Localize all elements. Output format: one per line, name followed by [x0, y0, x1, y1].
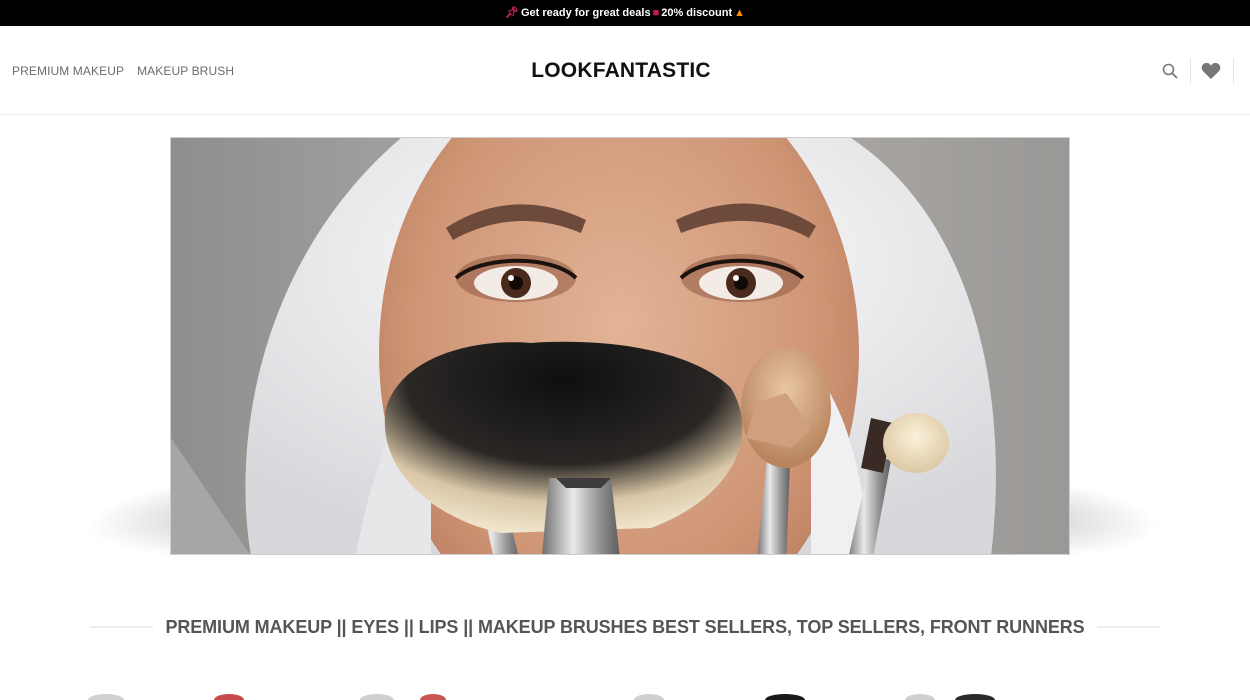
fire-icon: ▲: [734, 6, 746, 19]
wishlist-button[interactable]: [1191, 56, 1231, 86]
heading-line-left: [90, 626, 154, 628]
product-thumb-peek: [905, 694, 935, 700]
main-nav: PREMIUM MAKEUP MAKEUP BRUSH: [12, 26, 234, 115]
pin-icon: 📌︎: [504, 6, 519, 19]
product-thumb-peek: [360, 694, 394, 700]
product-thumb-peek: [955, 694, 995, 700]
product-thumb-peek: [765, 694, 805, 700]
product-thumb-peek: [420, 694, 446, 700]
nav-link-makeup-brush[interactable]: MAKEUP BRUSH: [137, 64, 234, 78]
shopping-bag-icon: ■: [652, 6, 660, 19]
product-thumb-peek: [634, 694, 664, 700]
announcement-discount: 20% discount: [661, 7, 733, 19]
heading-line-right: [1096, 626, 1160, 628]
nav-link-premium-makeup[interactable]: PREMIUM MAKEUP: [12, 64, 124, 78]
product-thumb-peek: [214, 694, 244, 700]
search-button[interactable]: [1150, 56, 1190, 86]
announcement-bar: 📌︎ Get ready for great deals ■ 20% disco…: [0, 0, 1250, 26]
header-divider-2: [1233, 57, 1234, 84]
hero-image: [170, 137, 1070, 555]
site-logo[interactable]: LOOKFANTASTIC: [531, 59, 711, 83]
section-title: PREMIUM MAKEUP || EYES || LIPS || MAKEUP…: [165, 616, 1085, 637]
announcement-text: Get ready for great deals: [520, 7, 651, 19]
search-icon: [1162, 63, 1178, 78]
section-heading: PREMIUM MAKEUP || EYES || LIPS || MAKEUP…: [90, 610, 1160, 644]
hero-illustration: [171, 138, 1069, 554]
heart-icon: [1201, 62, 1221, 79]
site-header: PREMIUM MAKEUP MAKEUP BRUSH LOOKFANTASTI…: [0, 26, 1250, 115]
hero-banner[interactable]: [170, 137, 1070, 555]
header-actions: [1150, 26, 1234, 115]
product-thumb-peek: [88, 694, 124, 700]
